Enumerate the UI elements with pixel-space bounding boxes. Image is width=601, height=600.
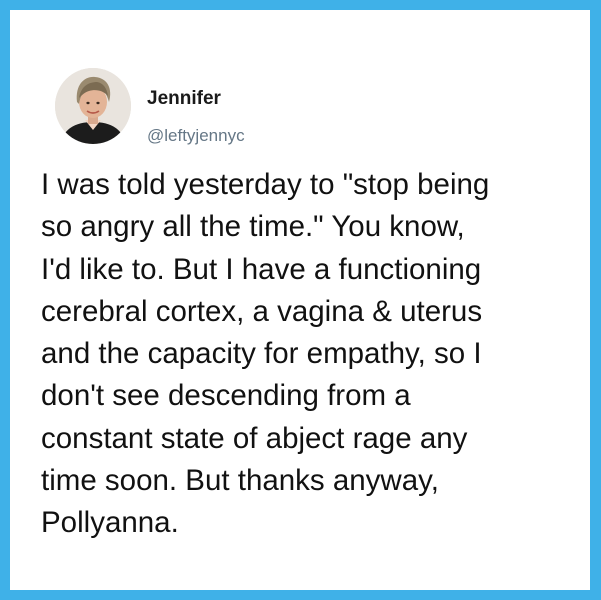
tweet-text-line: and the capacity for empathy, so I (41, 337, 482, 371)
avatar[interactable] (55, 68, 131, 144)
author-handle[interactable]: @leftyjennyc (147, 126, 245, 146)
tweet-text-line: cerebral cortex, a vagina & uterus (41, 294, 483, 328)
tweet-card: Jennifer @leftyjennyc I was told yesterd… (10, 10, 590, 590)
author-name[interactable]: Jennifer (147, 88, 221, 110)
tweet-text: I was told yesterday to "stop being so a… (41, 164, 581, 545)
tweet-text-line: I was told yesterday to "stop being (41, 168, 490, 201)
tweet-text-line: Pollyanna. (41, 506, 179, 540)
tweet-text-line: I'd like to. But I have a functioning (41, 252, 482, 286)
tweet-text-line: constant state of abject rage any (41, 421, 468, 455)
avatar-photo (55, 68, 131, 144)
tweet-text-line: don't see descending from a (41, 379, 411, 413)
tweet-text-line: so angry all the time." You know, (41, 210, 465, 244)
tweet-text-line: time soon. But thanks anyway, (41, 464, 439, 498)
